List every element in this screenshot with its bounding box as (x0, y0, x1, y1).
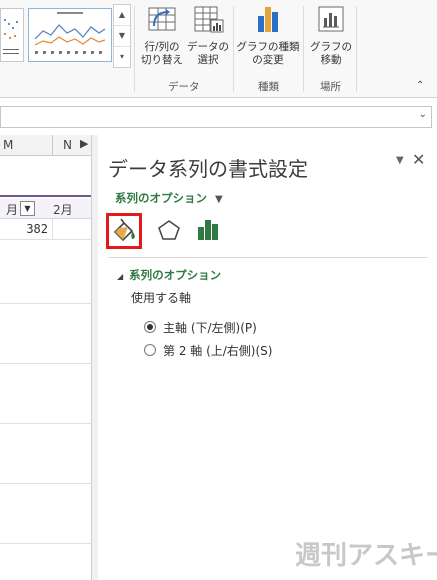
switch-row-column-button[interactable]: 行/列の 切り替え (138, 4, 186, 67)
move-chart-button[interactable]: グラフの 移動 (306, 4, 356, 67)
formula-bar-expand-icon[interactable]: ⌄ (419, 109, 427, 120)
close-icon[interactable]: ✕ (412, 150, 425, 169)
chart-thumb-icon (3, 19, 19, 54)
radio-selected-icon (144, 321, 156, 333)
pentagon-icon (158, 220, 180, 240)
pane-title: データ系列の書式設定 (108, 157, 308, 181)
format-data-series-pane: データ系列の書式設定 ▼ ✕ 系列のオプション ▼ ◢ 系列のオプション 使用する軸… (98, 135, 437, 580)
move-chart-icon (318, 6, 344, 32)
chart-style-thumb-1[interactable] (0, 8, 24, 62)
column-header-n[interactable]: N ▶ (53, 135, 91, 156)
change-chart-type-icon (258, 7, 278, 32)
grid-line (0, 363, 91, 364)
fill-line-tab[interactable] (106, 213, 142, 249)
sheet-scroll-right-icon[interactable]: ▶ (80, 137, 88, 150)
gallery-scrollbar[interactable]: ▲ ▼ ▾ (113, 4, 131, 68)
group-label-type: 種類 (258, 81, 279, 93)
group-label-location: 場所 (320, 81, 341, 93)
effects-tab[interactable] (154, 213, 188, 247)
group-label-data: データ (168, 81, 200, 93)
gallery-more-icon[interactable]: ▾ (114, 47, 130, 67)
gallery-down-icon[interactable]: ▼ (114, 26, 130, 47)
chart-style-thumb-2[interactable] (28, 8, 112, 62)
chart-thumb-icon (34, 12, 106, 54)
select-data-label: データの 選択 (187, 41, 229, 66)
change-chart-type-button[interactable]: グラフの種類 の変更 (236, 4, 300, 67)
series-options-tab[interactable] (194, 213, 228, 247)
select-data-button[interactable]: データの 選択 (186, 4, 230, 67)
ribbon: ▲ ▼ ▾ 行/列の 切り替え データの 選択 データ グラフの種類 の変更 種… (0, 0, 437, 98)
ribbon-separator (303, 6, 304, 92)
pane-splitter[interactable] (91, 135, 98, 580)
switch-row-column-label: 行/列の 切り替え (141, 41, 183, 66)
formula-bar[interactable]: ⌄ (0, 106, 432, 128)
grid-line (0, 303, 91, 304)
chevron-down-icon: ▼ (215, 194, 223, 205)
ribbon-separator (356, 6, 357, 92)
bar-chart-icon (198, 220, 218, 240)
filter-dropdown-icon[interactable]: ▼ (20, 201, 35, 216)
collapse-ribbon-icon[interactable]: ⌃ (416, 80, 424, 91)
grid-line (0, 483, 91, 484)
grid-line (0, 423, 91, 424)
pane-divider (108, 257, 428, 258)
secondary-axis-radio[interactable]: 第 2 軸 (上/右側)(S) (144, 342, 272, 359)
select-data-icon (194, 6, 224, 33)
cell-divider (52, 219, 53, 239)
change-chart-type-label: グラフの種類 の変更 (236, 41, 300, 66)
collapse-triangle-icon: ◢ (117, 272, 124, 281)
primary-axis-radio[interactable]: 主軸 (下/左側)(P) (144, 319, 257, 336)
plot-axis-label: 使用する軸 (131, 291, 192, 305)
column-header-m[interactable]: M (0, 135, 53, 156)
ribbon-separator (134, 6, 135, 92)
table-row[interactable]: 382 (0, 219, 91, 240)
move-chart-label: グラフの 移動 (310, 41, 352, 66)
table-header-border (0, 195, 91, 197)
radio-unselected-icon (144, 344, 156, 356)
table-header-row: 月 ▼ 2月 (0, 198, 91, 219)
switch-row-column-icon (148, 7, 176, 31)
gallery-up-icon[interactable]: ▲ (114, 5, 130, 26)
watermark: 週刊アスキー (295, 541, 437, 571)
paint-bucket-icon (113, 218, 135, 242)
series-options-dropdown[interactable]: 系列のオプション ▼ (115, 190, 223, 206)
series-options-section-header[interactable]: ◢ 系列のオプション (117, 267, 221, 283)
pane-options-icon[interactable]: ▼ (396, 155, 404, 166)
grid-line (0, 543, 91, 544)
ribbon-separator (233, 6, 234, 92)
worksheet[interactable]: M N ▶ 月 ▼ 2月 382 (0, 135, 91, 580)
